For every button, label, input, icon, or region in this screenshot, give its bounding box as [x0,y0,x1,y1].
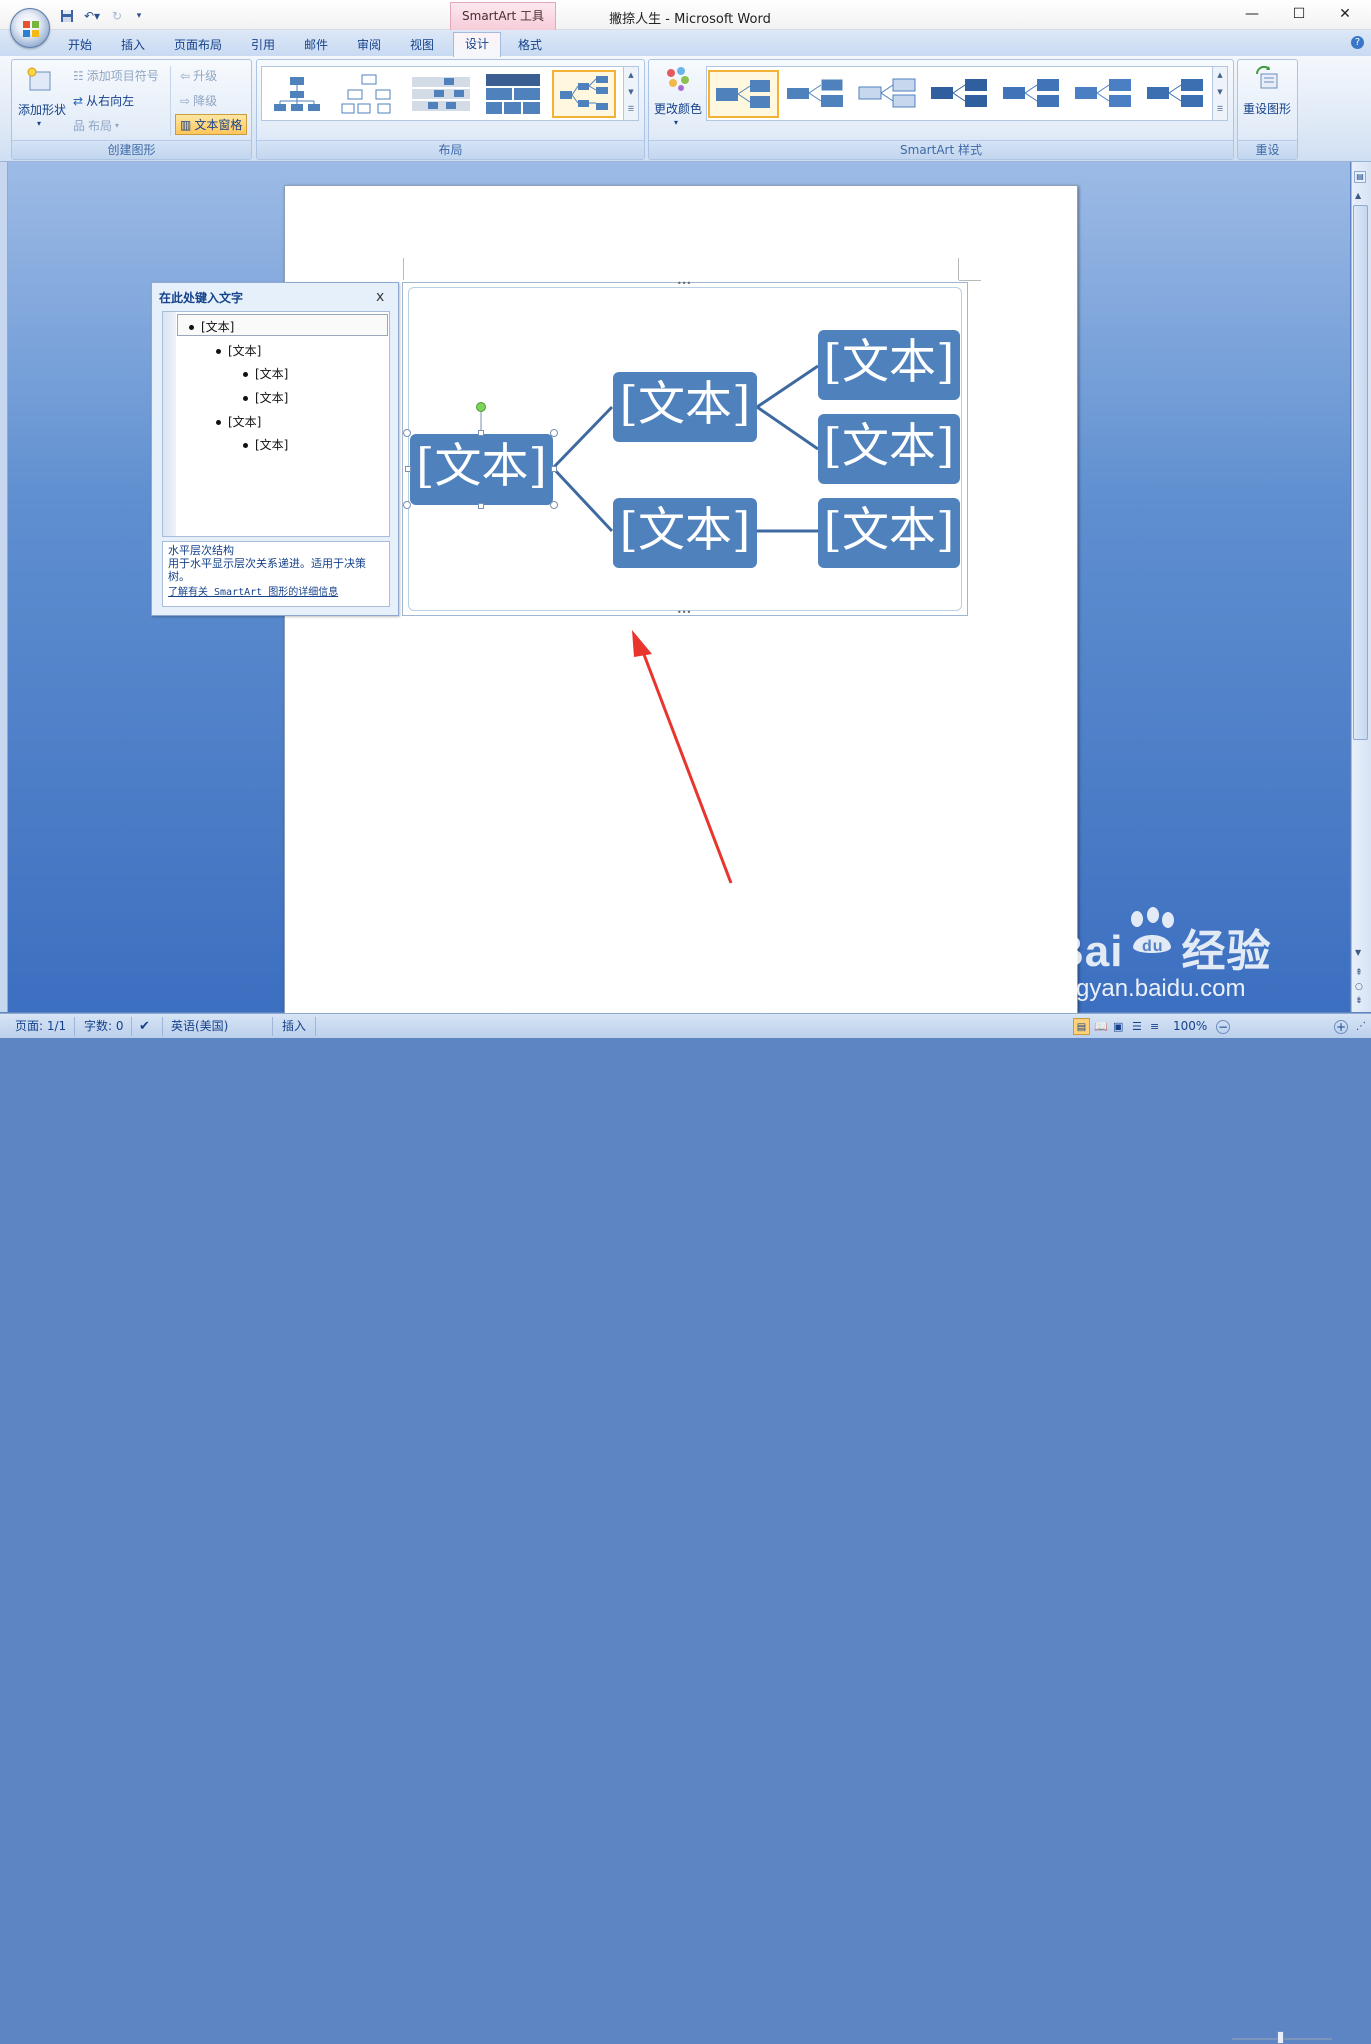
zoom-out-icon[interactable]: − [1216,1020,1230,1034]
status-word-count[interactable]: 字数: 0 [84,1018,124,1035]
status-insert-mode[interactable]: 插入 [282,1018,306,1035]
svg-text:du: du [1142,938,1164,955]
resize-grip-icon[interactable]: ⋰ [1356,1018,1366,1035]
status-page-count[interactable]: 页面: 1/1 [15,1018,66,1035]
scroll-down-icon[interactable]: ▼ [1355,948,1361,957]
zoom-in-icon[interactable]: + [1334,1020,1348,1034]
red-arrow-annotation [632,630,733,884]
status-bar: 页面: 1/1 字数: 0 ✔ 英语(美国) 插入 ▤ 📖 ▣ ☰ ≡ 100%… [0,1013,1371,2044]
ruler-toggle-icon[interactable]: ▤ [1354,171,1366,183]
zoom-level[interactable]: 100% [1173,1018,1207,1035]
scroll-up-icon[interactable]: ▲ [1355,191,1361,200]
web-layout-view-icon[interactable]: ▣ [1113,1018,1123,1035]
tab-design[interactable]: 设计 [453,32,501,57]
status-language[interactable]: 英语(美国) [171,1018,228,1035]
zoom-slider-thumb[interactable] [1277,2031,1284,2044]
divider [131,1017,132,1036]
divider [74,1017,75,1036]
outline-view-icon[interactable]: ☰ [1132,1018,1142,1035]
watermark-logo: Bai du 经验 [1052,907,1271,979]
divider [315,1017,316,1036]
browse-object-icons[interactable]: ⇞ ○ ⇟ [1355,966,1363,1008]
divider [272,1017,273,1036]
draft-view-icon[interactable]: ≡ [1150,1018,1159,1035]
office-button[interactable] [10,8,50,48]
print-layout-view-icon[interactable]: ▤ [1073,1018,1090,1035]
office-logo-icon [23,21,39,37]
watermark-url: jingyan.baidu.com [1052,975,1246,1002]
scrollbar-thumb[interactable] [1353,205,1368,740]
proofing-icon[interactable]: ✔ [139,1018,150,1035]
full-screen-reading-view-icon[interactable]: 📖 [1094,1018,1108,1035]
divider [162,1017,163,1036]
